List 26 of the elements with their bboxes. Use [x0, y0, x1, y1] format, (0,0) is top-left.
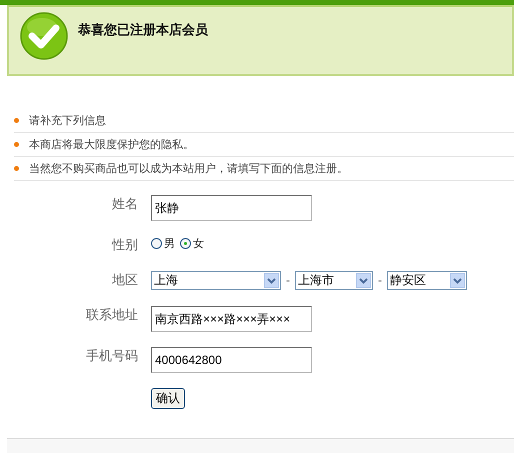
bullet-icon: [14, 166, 19, 171]
banner-title: 恭喜您已注册本店会员: [78, 22, 208, 38]
bullet-icon: [14, 142, 19, 147]
radio-button[interactable]: [151, 238, 162, 249]
radio-button[interactable]: [180, 238, 191, 249]
input-field[interactable]: 4000642800: [151, 347, 312, 373]
field-label: 地区: [111, 272, 139, 289]
confirm-button[interactable]: 确认: [151, 388, 185, 409]
radio-label: 女: [193, 236, 204, 251]
bullet-icon: [14, 118, 19, 123]
notice-text: 本商店将最大限度保护您的隐私。: [29, 137, 194, 152]
field-label: 姓名: [111, 196, 139, 213]
input-field[interactable]: 南京西路×××路×××弄×××: [151, 306, 312, 332]
notice-text: 当然您不购买商品也可以成为本站用户，请填写下面的信息注册。: [29, 161, 348, 176]
dropdown[interactable]: 上海: [151, 271, 281, 290]
radio-label: 男: [164, 236, 175, 251]
separator-text: -: [378, 274, 382, 287]
notice-text: 请补充下列信息: [29, 113, 106, 128]
field-label: 手机号码: [85, 348, 139, 365]
field-label: 联系地址: [85, 307, 139, 324]
dropdown[interactable]: 上海市: [294, 271, 373, 290]
field-label: 性别: [110, 237, 139, 254]
dropdown[interactable]: 静安区: [386, 271, 467, 290]
check-icon: [20, 12, 68, 60]
separator-text: -: [286, 274, 290, 287]
input-field[interactable]: 张静: [151, 195, 312, 221]
